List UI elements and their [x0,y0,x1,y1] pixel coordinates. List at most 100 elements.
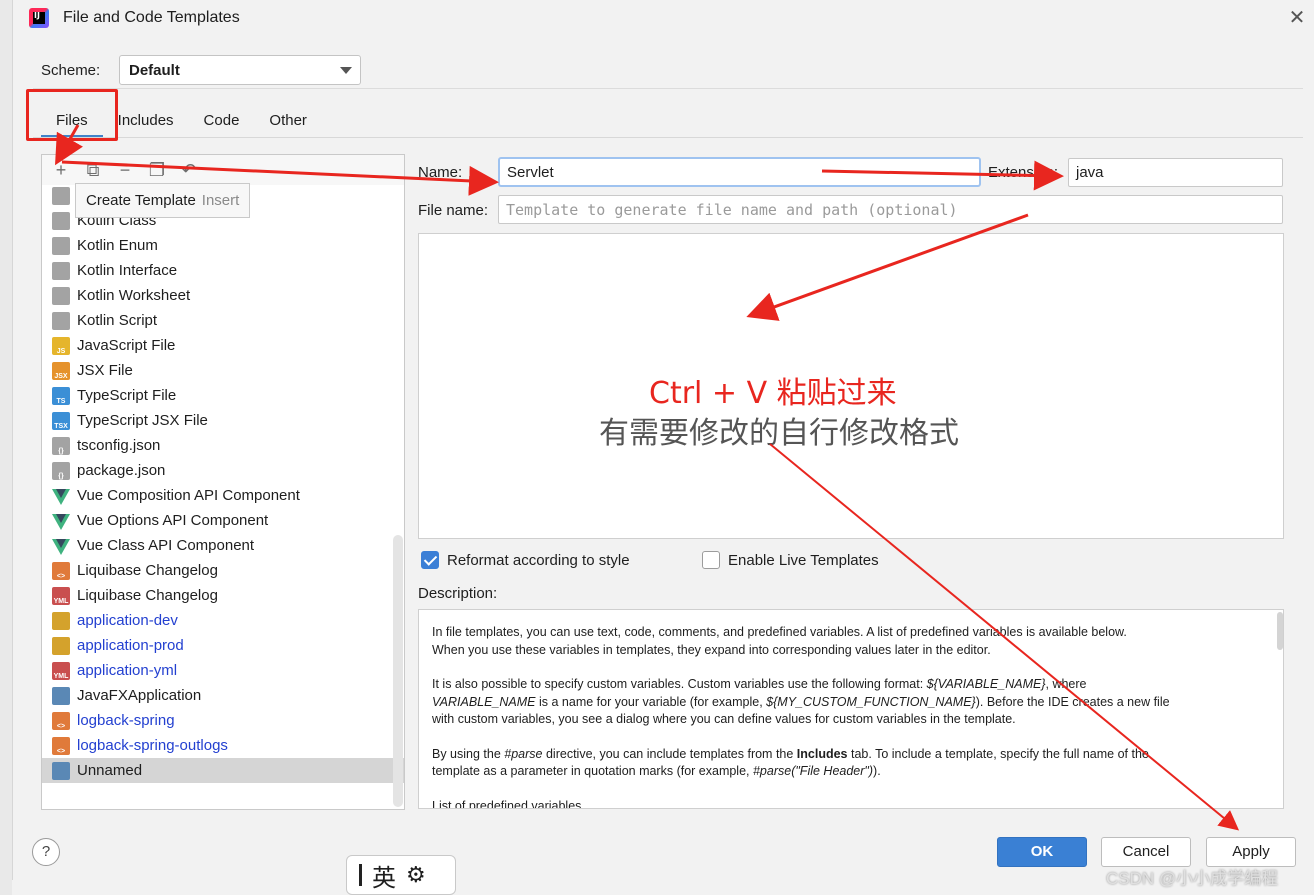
list-item[interactable]: Vue Composition API Component [42,483,404,508]
name-input[interactable]: Servlet [498,157,981,187]
watermark: CSDN @小小成学编程 [1106,869,1279,888]
add-icon[interactable]: + [50,159,72,181]
list-item-label: TypeScript File [77,387,177,404]
remove-icon[interactable]: − [114,159,136,181]
description-scrollbar[interactable] [1277,612,1283,650]
template-list-panel: + ⧉ − ❐ ↶ Kotlin FileKotlin ClassKotlin … [41,154,405,810]
list-item[interactable]: TSX TypeScript JSX File [42,408,404,433]
list-item-label: Liquibase Changelog [77,562,218,579]
list-item[interactable]: <> logback-spring-outlogs [42,733,404,758]
kotlin-file-icon [52,186,70,205]
duplicate-icon[interactable]: ❐ [146,159,168,181]
list-item[interactable]: <> Liquibase Changelog [42,558,404,583]
list-item[interactable]: JSX JSX File [42,358,404,383]
scheme-value: Default [129,62,180,79]
list-item[interactable]: Kotlin Enum [42,233,404,258]
list-item[interactable]: Vue Class API Component [42,533,404,558]
tsx-file-icon: TSX [52,411,70,430]
list-item[interactable]: Kotlin Worksheet [42,283,404,308]
reformat-checkbox[interactable] [421,551,439,569]
gear-icon[interactable]: ⚙ [406,862,426,888]
tab-code[interactable]: Code [189,104,255,138]
live-templates-label: Enable Live Templates [728,552,879,569]
list-item[interactable]: Kotlin Interface [42,258,404,283]
java-file-icon [52,761,70,780]
list-item-label: Unnamed [77,762,143,779]
list-item-label: Vue Class API Component [77,537,255,554]
ime-toolbar: 英 ⚙ [346,855,456,895]
list-item-label: Kotlin Script [77,312,158,329]
java-file-icon [52,686,70,705]
copy-template-icon[interactable]: ⧉ [82,159,104,181]
reformat-label: Reformat according to style [447,552,630,569]
list-item[interactable]: JavaFXApplication [42,683,404,708]
chevron-down-icon [340,67,352,74]
template-list: Kotlin FileKotlin ClassKotlin EnumKotlin… [42,183,404,783]
list-item-label: logback-spring [77,712,175,729]
vue-icon [52,537,70,555]
filename-input[interactable]: Template to generate file name and path … [498,195,1283,224]
scheme-label: Scheme: [41,62,101,79]
annotation-highlight-box [26,89,118,141]
xml-file-icon: <> [52,711,70,730]
extension-input[interactable]: java [1068,158,1283,187]
list-item[interactable]: application-prod [42,633,404,658]
desc-para-3: By using the #parse directive, you can i… [432,746,1149,779]
list-item-label: application-dev [77,612,178,629]
ime-drag-handle[interactable] [359,864,362,886]
help-button[interactable]: ? [32,838,60,866]
ime-language-toggle[interactable]: 英 [372,858,396,893]
jsx-file-icon: JSX [52,361,70,380]
cancel-button[interactable]: Cancel [1101,837,1191,867]
tooltip-shortcut: Insert [201,192,240,209]
ok-button[interactable]: OK [997,837,1087,867]
list-item[interactable]: YML application-yml [42,658,404,683]
live-templates-checkbox[interactable] [702,551,720,569]
list-item[interactable]: {} package.json [42,458,404,483]
list-item-label: JavaScript File [77,337,176,354]
desc-para-4: List of predefined variables [432,798,582,809]
tooltip-label: Create Template [86,192,196,209]
list-item[interactable]: application-dev [42,608,404,633]
description-panel: In file templates, you can use text, cod… [418,609,1284,809]
description-label: Description: [418,585,498,602]
list-item-label: logback-spring-outlogs [77,737,228,754]
list-item[interactable]: {} tsconfig.json [42,433,404,458]
intellij-logo-icon: IJ [29,8,49,28]
json-file-icon: {} [52,436,70,455]
list-item-label: Kotlin Interface [77,262,178,279]
annotation-line1: Ctrl + V 粘贴过来 [649,376,897,411]
kotlin-file-icon [52,236,70,255]
list-item-label: application-yml [77,662,178,679]
list-item-label: Vue Composition API Component [77,487,300,504]
js-file-icon: JS [52,336,70,355]
list-item[interactable]: <> logback-spring [42,708,404,733]
xml-file-icon: <> [52,736,70,755]
list-item-label: Liquibase Changelog [77,587,218,604]
list-item[interactable]: JS JavaScript File [42,333,404,358]
kotlin-file-icon [52,261,70,280]
list-item[interactable]: Vue Options API Component [42,508,404,533]
close-icon[interactable]: ✕ [1285,6,1309,30]
create-template-tooltip: Create Template Insert [75,183,251,218]
list-scrollbar[interactable] [393,535,403,807]
xml-file-icon: <> [52,561,70,580]
desc-para-1: In file templates, you can use text, cod… [432,625,1127,657]
apply-button[interactable]: Apply [1206,837,1296,867]
list-item-label: tsconfig.json [77,437,161,454]
yml-file-icon: YML [52,661,70,680]
window-title: File and Code Templates [63,9,240,26]
properties-file-icon [52,636,70,655]
reset-icon[interactable]: ↶ [178,159,200,181]
list-item-label: Vue Options API Component [77,512,269,529]
template-toolbar: + ⧉ − ❐ ↶ [42,155,404,185]
kotlin-file-icon [52,286,70,305]
list-item[interactable]: Kotlin Script [42,308,404,333]
list-item[interactable]: TS TypeScript File [42,383,404,408]
list-item-label: JavaFXApplication [77,687,202,704]
scheme-dropdown[interactable]: Default [119,55,361,85]
tab-other[interactable]: Other [254,104,322,138]
vue-icon [52,512,70,530]
list-item[interactable]: Unnamed [42,758,404,783]
list-item[interactable]: YML Liquibase Changelog [42,583,404,608]
